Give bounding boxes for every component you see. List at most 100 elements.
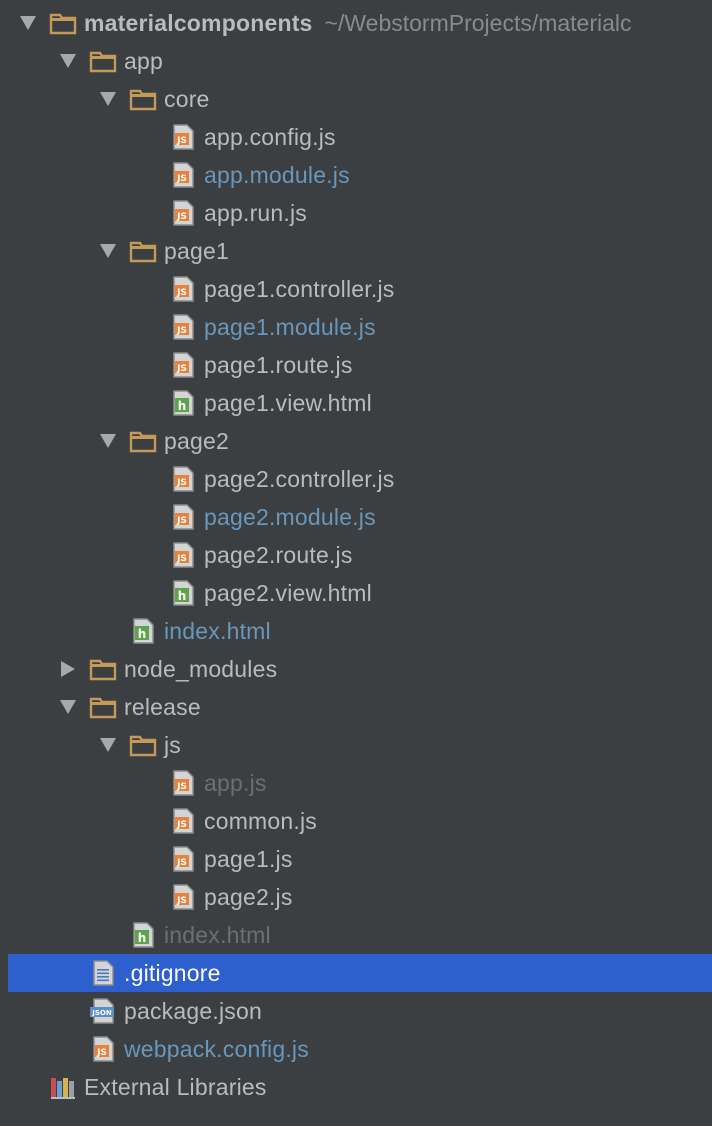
tree-row-app-module-js[interactable]: JS app.module.js — [0, 156, 712, 194]
folder-icon — [88, 688, 120, 726]
svg-text:h: h — [138, 627, 147, 641]
tree-item-label: node_modules — [124, 655, 278, 682]
tree-item-label: index.html — [164, 921, 271, 948]
js-file-icon: JS — [168, 460, 200, 498]
svg-text:JS: JS — [176, 174, 187, 184]
tree-item-label: page1 — [164, 237, 229, 264]
tree-item-label: index.html — [164, 617, 271, 644]
svg-text:JS: JS — [96, 1048, 107, 1058]
expand-arrow-icon[interactable] — [60, 54, 76, 68]
js-file-icon: JS — [168, 536, 200, 574]
folder-icon — [48, 4, 80, 42]
tree-row-external-libraries[interactable]: External Libraries — [0, 1068, 712, 1106]
tree-item-label: External Libraries — [84, 1073, 267, 1100]
folder-icon — [88, 650, 120, 688]
tree-item-label: package.json — [124, 997, 262, 1024]
tree-item-label: common.js — [204, 807, 317, 834]
svg-text:JS: JS — [176, 782, 187, 792]
html-file-icon: h — [168, 384, 200, 422]
tree-row-release[interactable]: release — [0, 688, 712, 726]
tree-row-app-run-js[interactable]: JS app.run.js — [0, 194, 712, 232]
expand-arrow-icon[interactable] — [100, 92, 116, 106]
tree-row-page2-js[interactable]: JS page2.js — [0, 878, 712, 916]
tree-row-page1-js[interactable]: JS page1.js — [0, 840, 712, 878]
tree-row-app-config-js[interactable]: JS app.config.js — [0, 118, 712, 156]
folder-icon — [128, 422, 160, 460]
tree-row-page1-view-html[interactable]: h page1.view.html — [0, 384, 712, 422]
expand-arrow-icon[interactable] — [100, 244, 116, 258]
tree-row-app-js[interactable]: JS app.js — [0, 764, 712, 802]
tree-row-page1[interactable]: page1 — [0, 232, 712, 270]
toggle-slot[interactable] — [88, 422, 128, 460]
toggle-slot — [128, 118, 168, 156]
html-file-icon: h — [128, 916, 160, 954]
tree-item-label: core — [164, 85, 210, 112]
tree-item-label: page1.view.html — [204, 389, 372, 416]
svg-text:JS: JS — [176, 858, 187, 868]
tree-row-page2-route-js[interactable]: JS page2.route.js — [0, 536, 712, 574]
tree-row-index-html[interactable]: h index.html — [0, 916, 712, 954]
svg-text:JS: JS — [176, 212, 187, 222]
collapse-arrow-icon[interactable] — [61, 661, 75, 677]
toggle-slot — [48, 992, 88, 1030]
expand-arrow-icon[interactable] — [100, 738, 116, 752]
tree-row-page1-controller-js[interactable]: JS page1.controller.js — [0, 270, 712, 308]
expand-arrow-icon[interactable] — [100, 434, 116, 448]
svg-text:JSON: JSON — [91, 1009, 112, 1017]
tree-row-page2-module-js[interactable]: JS page2.module.js — [0, 498, 712, 536]
tree-row-index-html[interactable]: h index.html — [0, 612, 712, 650]
toggle-slot — [128, 270, 168, 308]
toggle-slot[interactable] — [8, 4, 48, 42]
tree-item-label: page2 — [164, 427, 229, 454]
tree-row-materialcomponents[interactable]: materialcomponents ~/WebstormProjects/mat… — [0, 4, 712, 42]
tree-row-js[interactable]: js — [0, 726, 712, 764]
svg-text:h: h — [178, 589, 187, 603]
html-file-icon: h — [168, 574, 200, 612]
tree-item-label: js — [164, 731, 182, 758]
toggle-slot — [8, 1068, 48, 1106]
js-file-icon: JS — [168, 498, 200, 536]
json-file-icon: JSON — [88, 992, 120, 1030]
tree-row-page1-module-js[interactable]: JS page1.module.js — [0, 308, 712, 346]
tree-row-page1-route-js[interactable]: JS page1.route.js — [0, 346, 712, 384]
toggle-slot[interactable] — [48, 650, 88, 688]
svg-text:h: h — [138, 931, 147, 945]
tree-row-common-js[interactable]: JS common.js — [0, 802, 712, 840]
toggle-slot[interactable] — [88, 80, 128, 118]
tree-item-label: webpack.config.js — [124, 1035, 309, 1062]
expand-arrow-icon[interactable] — [20, 16, 36, 30]
project-path: ~/WebstormProjects/materialc — [324, 9, 632, 36]
toggle-slot[interactable] — [48, 42, 88, 80]
js-file-icon: JS — [168, 764, 200, 802]
tree-row-core[interactable]: core — [0, 80, 712, 118]
toggle-slot[interactable] — [88, 232, 128, 270]
tree-row-webpack-config-js[interactable]: JS webpack.config.js — [0, 1030, 712, 1068]
tree-item-label: page2.view.html — [204, 579, 372, 606]
js-file-icon: JS — [168, 840, 200, 878]
tree-row-node-modules[interactable]: node_modules — [0, 650, 712, 688]
folder-icon — [128, 726, 160, 764]
tree-row-app[interactable]: app — [0, 42, 712, 80]
tree-item-label: app.js — [204, 769, 267, 796]
js-file-icon: JS — [168, 270, 200, 308]
tree-row-page2-controller-js[interactable]: JS page2.controller.js — [0, 460, 712, 498]
tree-row-page2[interactable]: page2 — [0, 422, 712, 460]
toggle-slot — [128, 536, 168, 574]
js-file-icon: JS — [168, 194, 200, 232]
svg-text:JS: JS — [176, 364, 187, 374]
toggle-slot[interactable] — [88, 726, 128, 764]
js-file-icon: JS — [168, 878, 200, 916]
toggle-slot — [128, 878, 168, 916]
library-icon — [48, 1068, 80, 1106]
tree-item-label: page2.js — [204, 883, 293, 910]
tree-row-gitignore[interactable]: .gitignore — [8, 954, 712, 992]
expand-arrow-icon[interactable] — [60, 700, 76, 714]
tree-item-label: page1.module.js — [204, 313, 376, 340]
folder-icon — [128, 232, 160, 270]
svg-text:JS: JS — [176, 478, 187, 488]
toggle-slot — [128, 156, 168, 194]
toggle-slot[interactable] — [48, 688, 88, 726]
tree-row-package-json[interactable]: JSON package.json — [0, 992, 712, 1030]
toggle-slot — [128, 802, 168, 840]
tree-row-page2-view-html[interactable]: h page2.view.html — [0, 574, 712, 612]
